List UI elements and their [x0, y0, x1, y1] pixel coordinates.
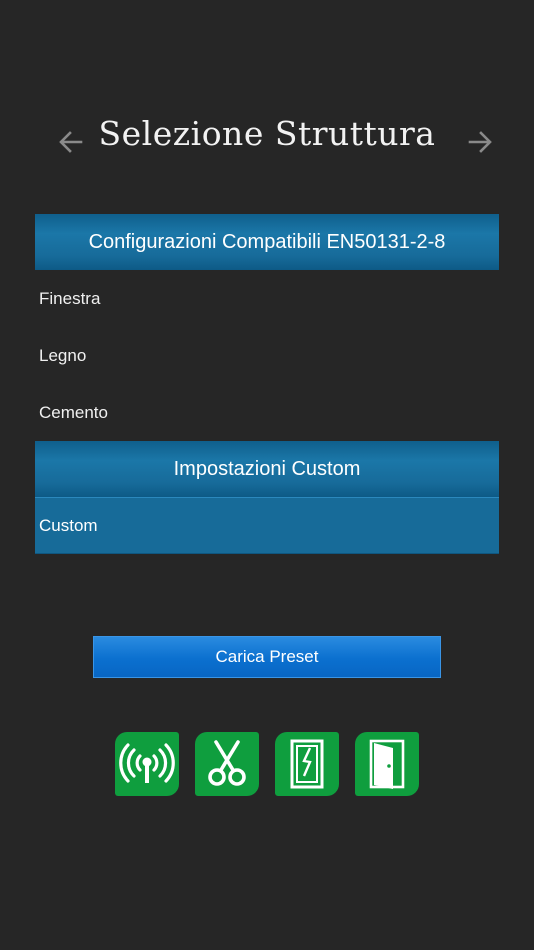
window-shock-icon: [290, 739, 324, 789]
list-item-custom[interactable]: Custom: [35, 497, 499, 554]
door-icon: [369, 739, 405, 789]
structure-list: Configurazioni Compatibili EN50131-2-8 F…: [35, 214, 499, 554]
wireless-tool-button[interactable]: [115, 732, 179, 796]
list-item-cemento[interactable]: Cemento: [35, 384, 499, 441]
section-header-custom: Impostazioni Custom: [35, 441, 499, 497]
tool-bar: [115, 732, 419, 796]
cut-tool-button[interactable]: [195, 732, 259, 796]
screen: Selezione Struttura Configurazioni Compa…: [0, 0, 534, 950]
load-preset-button[interactable]: Carica Preset: [93, 636, 441, 678]
wireless-signal-icon: [119, 743, 175, 783]
section-header-compatible: Configurazioni Compatibili EN50131-2-8: [35, 214, 499, 270]
forward-button[interactable]: [464, 126, 496, 158]
window-tool-button[interactable]: [275, 732, 339, 796]
header: Selezione Struttura: [0, 100, 534, 180]
list-item-legno[interactable]: Legno: [35, 327, 499, 384]
door-tool-button[interactable]: [355, 732, 419, 796]
page-title: Selezione Struttura: [98, 114, 436, 153]
list-item-finestra[interactable]: Finestra: [35, 270, 499, 327]
arrow-right-icon: [468, 131, 492, 153]
scissors-icon: [208, 740, 246, 786]
